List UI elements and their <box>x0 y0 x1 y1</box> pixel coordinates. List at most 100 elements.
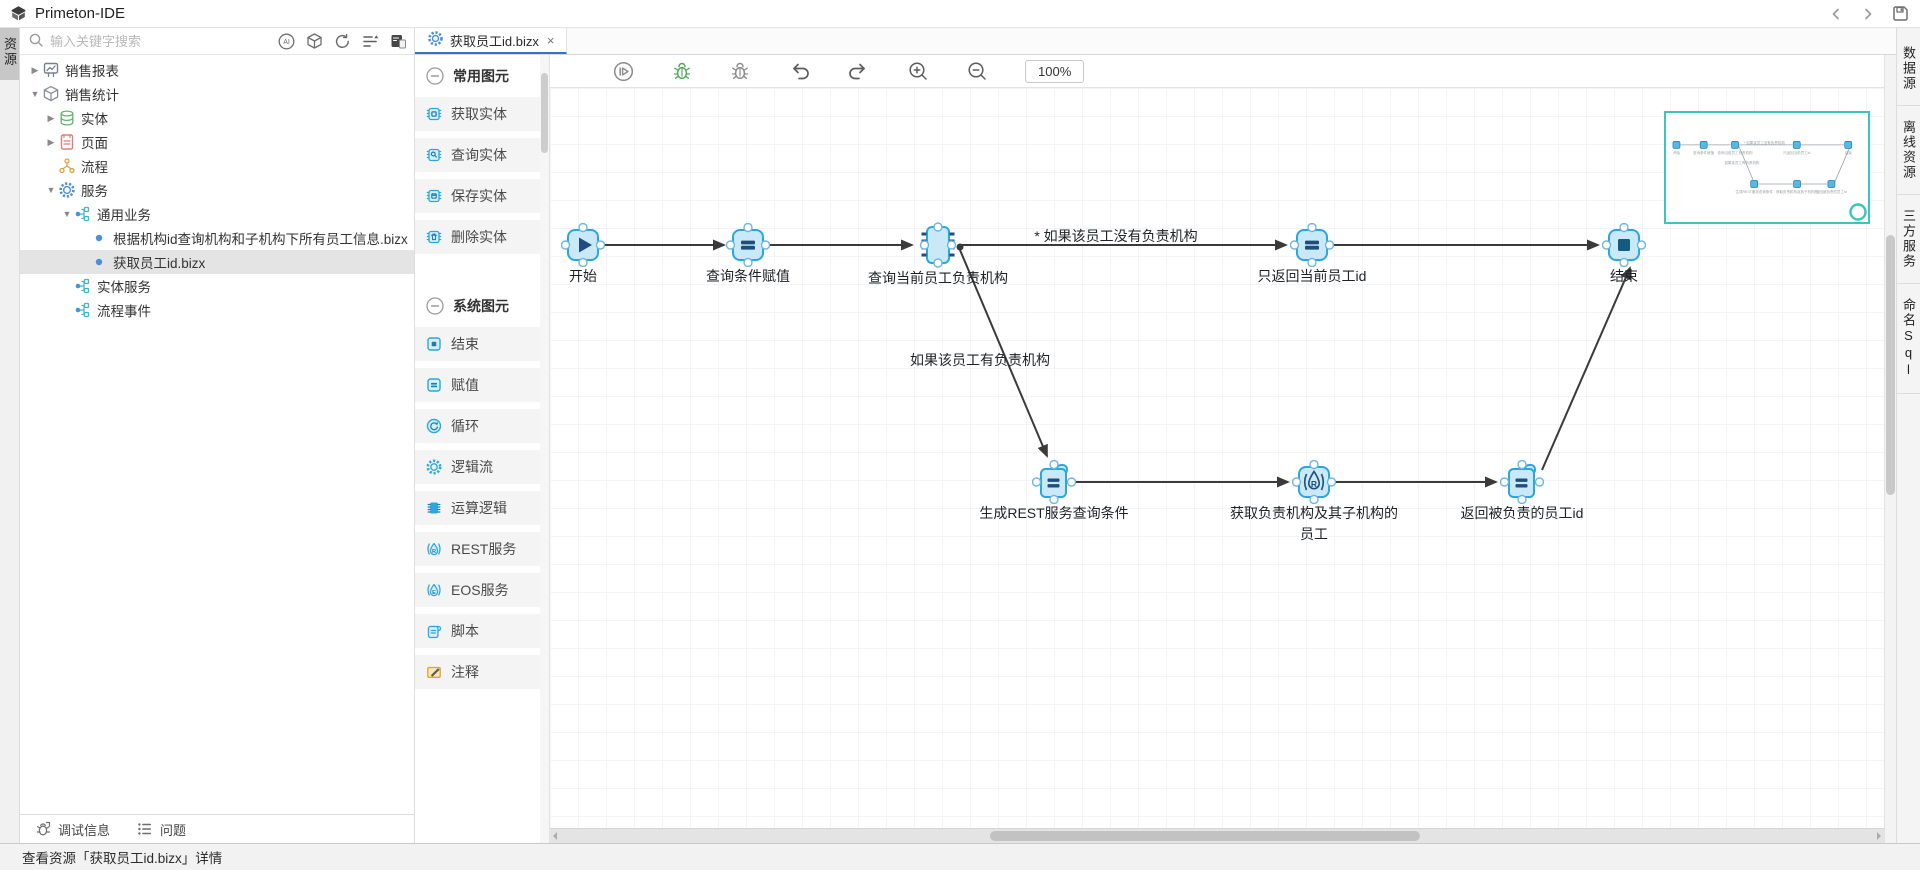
package-icon[interactable] <box>305 32 324 51</box>
palette-item[interactable]: 保存实体 <box>415 179 540 213</box>
svg-text:返回被负责的员工id: 返回被负责的员工id <box>1816 189 1847 194</box>
svg-text:E: E <box>432 590 436 596</box>
v-scroll-thumb[interactable] <box>1886 235 1895 495</box>
page-icon <box>58 133 76 151</box>
nav-forward-icon[interactable] <box>1859 5 1877 23</box>
tree-item[interactable]: 流程事件 <box>20 298 414 322</box>
tree-item[interactable]: 获取员工id.bizx <box>20 250 414 274</box>
svg-text:开始: 开始 <box>1673 150 1681 155</box>
editor-tab-active[interactable]: 获取员工id.bizx × <box>415 28 567 54</box>
chevron-right-icon[interactable]: ▶ <box>44 113 58 124</box>
flow-edge[interactable] <box>1542 268 1630 470</box>
flow-node-assign2[interactable] <box>1290 223 1334 270</box>
palette-item[interactable]: 获取实体 <box>415 97 540 131</box>
sort-list-icon[interactable] <box>361 32 380 51</box>
flow-node-script2[interactable] <box>1500 460 1544 507</box>
palette-item[interactable]: 脚本 <box>415 614 540 648</box>
refresh-icon[interactable] <box>333 32 352 51</box>
tree-item[interactable]: ▶销售报表 <box>20 58 414 82</box>
test-button[interactable] <box>729 60 751 82</box>
zoom-in-button[interactable] <box>907 60 930 83</box>
tree-item[interactable]: ▶实体 <box>20 106 414 130</box>
flow-node-end[interactable] <box>1602 223 1646 270</box>
tree-item[interactable]: ▼服务 <box>20 178 414 202</box>
vertical-scrollbar[interactable] <box>1884 55 1896 843</box>
palette-item[interactable]: 运算逻辑 <box>415 491 540 525</box>
flow-edge-label[interactable]: * 如果该员工没有负责机构 <box>1034 226 1197 246</box>
bottom-tab-label: 调试信息 <box>58 820 110 839</box>
scroll-left-arrow-icon[interactable] <box>553 832 557 840</box>
sidebar-tab-resources[interactable]: 资源 <box>0 28 19 80</box>
palette-item[interactable]: E EOS服务 <box>415 573 540 607</box>
palette-item[interactable]: 查询实体 <box>415 138 540 172</box>
business-icon <box>74 277 92 295</box>
palette-item[interactable]: 注释 <box>415 655 540 689</box>
chevron-down-icon[interactable]: ▼ <box>60 209 74 219</box>
right-tab-1[interactable]: 离线资源 <box>1897 106 1920 195</box>
horizontal-scrollbar[interactable] <box>550 828 1884 843</box>
tree-item[interactable]: 实体服务 <box>20 274 414 298</box>
zoom-out-button[interactable] <box>966 60 989 83</box>
tree-item[interactable]: ▼销售统计 <box>20 82 414 106</box>
tree-item[interactable]: 根据机构id查询机构和子机构下所有员工信息.bizx <box>20 226 414 250</box>
chevron-down-icon[interactable]: ▼ <box>28 89 42 99</box>
bottom-panel-tabs: 调试信息 问题 <box>20 814 414 843</box>
flow-node-script1[interactable] <box>1032 460 1076 507</box>
chevron-down-icon[interactable]: ▼ <box>44 185 58 195</box>
palette-item[interactable]: 删除实体 <box>415 220 540 254</box>
chip-query-icon <box>425 146 443 164</box>
palette-item[interactable]: RREST服务 <box>415 532 540 566</box>
palette-scrollbar[interactable] <box>540 55 549 843</box>
palette-group-header[interactable]: 系统图元 <box>415 290 540 322</box>
problems-icon <box>136 820 154 838</box>
debug-button[interactable] <box>671 60 693 82</box>
palette-item[interactable]: 结束 <box>415 327 540 361</box>
search-input[interactable] <box>50 34 273 49</box>
save-icon[interactable] <box>1891 4 1910 23</box>
ai-icon[interactable]: AI <box>277 32 296 51</box>
flow-node-label: 结束 <box>1610 266 1638 287</box>
tree-item[interactable]: ▶ 页面 <box>20 130 414 154</box>
bottom-tab-debug[interactable]: 调试信息 <box>34 820 110 839</box>
palette-item[interactable]: 逻辑流 <box>415 450 540 484</box>
minimap[interactable]: * 如果该员工没有负责机构如果该员工有负责机构开始查询条件赋值查询当前员工负责机… <box>1664 111 1870 224</box>
close-tab-icon[interactable]: × <box>545 33 557 48</box>
loop-p-icon <box>425 417 443 435</box>
palette-item-label: 结束 <box>451 334 479 354</box>
bottom-tab-problems[interactable]: 问题 <box>136 820 186 839</box>
editor-tab-label: 获取员工id.bizx <box>450 31 539 50</box>
right-tab-0[interactable]: 数据源 <box>1897 32 1920 106</box>
flow-edge-label[interactable]: 如果该员工有负责机构 <box>910 350 1050 370</box>
status-text: 查看资源「获取员工id.bizx」详情 <box>22 847 222 867</box>
run-button[interactable] <box>612 60 635 83</box>
undo-button[interactable] <box>787 60 811 83</box>
flow-node-chip[interactable] <box>916 221 960 272</box>
flow-node-start[interactable] <box>561 223 605 270</box>
nav-back-icon[interactable] <box>1827 5 1845 23</box>
palette-item-label: EOS服务 <box>451 580 509 600</box>
palette-item-label: 查询实体 <box>451 145 507 165</box>
scroll-right-arrow-icon[interactable] <box>1877 832 1881 840</box>
right-tab-2[interactable]: 三方服务 <box>1897 195 1920 284</box>
tree-item[interactable]: ▼通用业务 <box>20 202 414 226</box>
right-tab-3[interactable]: 命名Sql <box>1897 284 1920 394</box>
tree-item[interactable]: 流程 <box>20 154 414 178</box>
palette-item-label: 赋值 <box>451 375 479 395</box>
flow-node-rest1[interactable]: R <box>1292 460 1336 507</box>
chevron-right-icon[interactable]: ▶ <box>28 65 42 76</box>
redo-button[interactable] <box>847 60 871 83</box>
locate-resource-icon[interactable] <box>389 32 408 51</box>
palette-item[interactable]: 循环 <box>415 409 540 443</box>
palette-item-label: 运算逻辑 <box>451 498 507 518</box>
zoom-level-indicator[interactable]: 100% <box>1025 60 1084 83</box>
minus-circle-icon <box>425 296 445 316</box>
h-scroll-thumb[interactable] <box>990 831 1420 841</box>
flow-canvas[interactable]: * 如果该员工没有负责机构如果该员工有负责机构开始查询条件赋值查询当前员工负责机… <box>550 88 1884 828</box>
palette-item[interactable]: 赋值 <box>415 368 540 402</box>
flow-node-assign1[interactable] <box>726 223 770 270</box>
tree-item-label: 页面 <box>81 132 108 152</box>
palette-panel: 常用图元获取实体查询实体保存实体删除实体系统图元结束赋值循环逻辑流运算逻辑 RRE… <box>415 55 550 843</box>
palette-group-header[interactable]: 常用图元 <box>415 60 540 92</box>
rest-p-icon: R <box>425 540 443 558</box>
chevron-right-icon[interactable]: ▶ <box>44 137 58 148</box>
